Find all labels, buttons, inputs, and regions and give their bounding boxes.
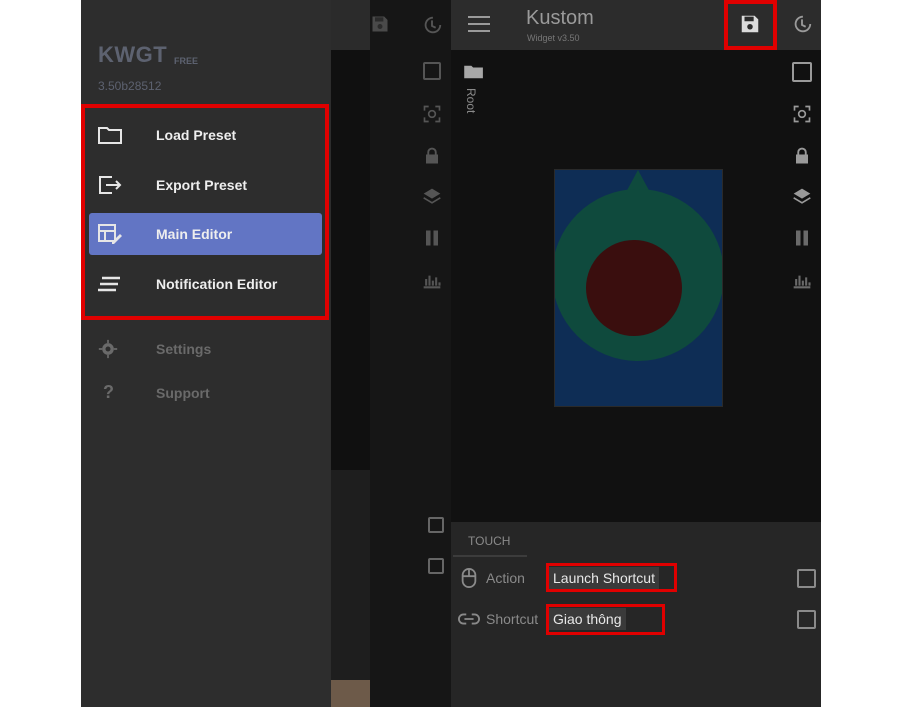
pause-icon[interactable] <box>793 228 811 248</box>
editor-title: Kustom <box>526 7 594 29</box>
gear-icon <box>98 339 118 359</box>
stats-icon[interactable] <box>792 269 812 289</box>
widget-canvas[interactable] <box>554 169 723 407</box>
action-checkbox[interactable] <box>428 517 444 533</box>
app-version: 3.50b28512 <box>98 79 162 93</box>
folder-open-icon[interactable] <box>463 64 485 80</box>
shortcut-checkbox[interactable] <box>428 558 444 574</box>
lock-icon[interactable] <box>423 146 441 166</box>
layer-checkbox-icon[interactable] <box>423 62 441 80</box>
stats-icon[interactable] <box>422 269 442 289</box>
highlight-save-box <box>724 0 777 50</box>
layer-checkbox-icon[interactable] <box>792 62 812 82</box>
shortcut-label: Shortcut <box>486 611 539 627</box>
editor-subtitle: Widget v3.50 <box>527 33 580 43</box>
focus-icon[interactable] <box>422 104 442 124</box>
layers-icon[interactable] <box>791 187 813 207</box>
highlight-action-box <box>546 563 677 592</box>
app-tier-badge: FREE <box>174 56 199 66</box>
hamburger-menu-icon[interactable] <box>468 15 490 33</box>
breadcrumb-root[interactable]: Root <box>464 88 478 113</box>
action-checkbox[interactable] <box>797 569 816 588</box>
pause-icon[interactable] <box>423 228 441 248</box>
tab-underline <box>453 555 527 557</box>
shortcut-checkbox[interactable] <box>797 610 816 629</box>
focus-icon[interactable] <box>792 104 812 124</box>
lock-icon[interactable] <box>793 146 811 166</box>
menu-item-support[interactable]: ? Support <box>89 372 322 414</box>
layers-icon[interactable] <box>421 187 443 207</box>
action-label: Action <box>486 570 525 586</box>
save-icon[interactable] <box>370 14 390 34</box>
history-icon[interactable] <box>421 14 443 36</box>
menu-label: Support <box>156 385 210 401</box>
mouse-icon <box>461 568 477 588</box>
history-icon[interactable] <box>791 13 813 35</box>
help-icon: ? <box>103 382 114 402</box>
highlight-shortcut-box <box>546 604 665 635</box>
tab-touch[interactable]: TOUCH <box>468 534 510 548</box>
app-name: KWGT <box>98 42 168 67</box>
highlight-menu-box <box>81 104 329 320</box>
link-icon <box>458 613 480 625</box>
widget-drawing <box>555 170 722 406</box>
menu-label: Settings <box>156 341 212 357</box>
menu-item-settings[interactable]: Settings <box>89 328 322 370</box>
